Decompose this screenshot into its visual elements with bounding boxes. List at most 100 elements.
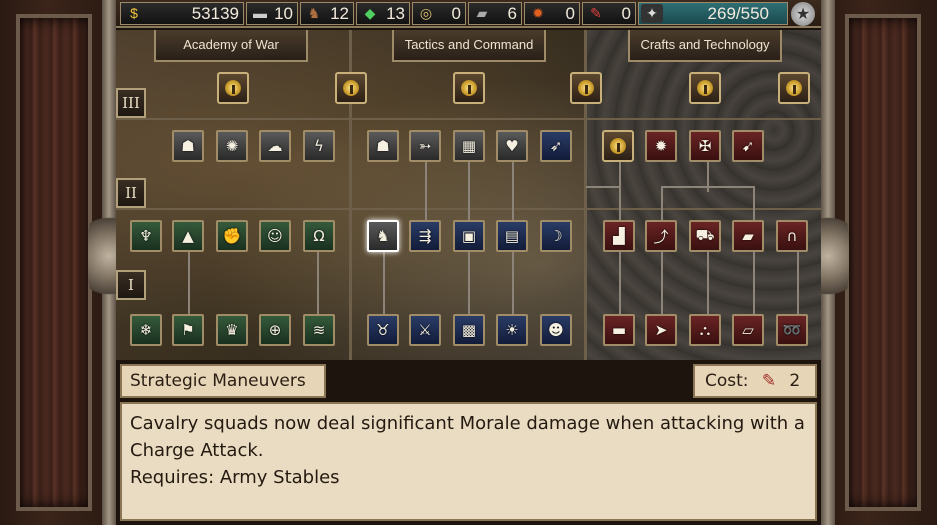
bear-icon[interactable]: ♉: [367, 314, 399, 346]
star-icon[interactable]: ★: [791, 2, 815, 26]
resource-gems: ◆ 13: [356, 2, 410, 25]
wave-icon[interactable]: ≋: [303, 314, 335, 346]
catapult-icon[interactable]: ⤴: [645, 220, 677, 252]
heart-icon[interactable]: ♥: [496, 130, 528, 162]
resource-value: 0: [451, 4, 461, 23]
lock-icon[interactable]: [689, 72, 721, 104]
lock-icon[interactable]: [602, 130, 634, 162]
connector: [707, 250, 709, 320]
resource-value: 6: [507, 4, 517, 23]
resource-bar: $ 53139 ▬ 10 ♞ 12 ◆ 13 ◎ 0 ▰ 6 ✹ 0 ✎ 0 ✦…: [116, 0, 821, 28]
connector: [468, 250, 470, 320]
ingot-icon[interactable]: ▱: [732, 314, 764, 346]
skill-cost: Cost: ✎ 2: [693, 364, 817, 398]
skill-info-panel: Strategic Maneuvers Cost: ✎ 2 Cavalry sq…: [116, 360, 821, 525]
bow-icon[interactable]: ☽: [540, 220, 572, 252]
connector: [512, 162, 514, 222]
lock-icon[interactable]: [778, 72, 810, 104]
left-wood-panel: [16, 14, 92, 511]
cost-value: 2: [789, 371, 801, 391]
connector: [468, 162, 470, 222]
resource-value: 12: [330, 4, 349, 23]
mortar-icon[interactable]: ⛬: [689, 314, 721, 346]
arrowhead-icon[interactable]: ➤: [645, 314, 677, 346]
connector: [619, 162, 621, 222]
rope-icon[interactable]: ➿: [776, 314, 808, 346]
soldier-icon[interactable]: ☻: [540, 314, 572, 346]
maiden-icon[interactable]: ☺: [259, 220, 291, 252]
crossbow-icon[interactable]: ✠: [689, 130, 721, 162]
map-icon[interactable]: ▦: [453, 130, 485, 162]
arrows-volley-icon[interactable]: ⇶: [409, 220, 441, 252]
description-text: Cavalry squads now deal significant Mora…: [130, 413, 805, 461]
connector: [383, 250, 385, 320]
cannon-piece-icon[interactable]: ▬: [603, 314, 635, 346]
resource-medals: ◎ 0: [412, 2, 466, 25]
banner-icon[interactable]: ⚑: [172, 314, 204, 346]
connector: [425, 162, 427, 222]
crossed-swords-icon[interactable]: ⚔: [409, 314, 441, 346]
connector: [753, 186, 755, 222]
smoke-icon[interactable]: ☁: [259, 130, 291, 162]
medal-icon: ◎: [419, 5, 433, 21]
tab-tactics-and-command[interactable]: Tactics and Command: [392, 30, 546, 62]
snowflake-icon[interactable]: ❄: [130, 314, 162, 346]
tier-divider: [116, 118, 821, 120]
cannon-icon: ▰: [476, 5, 488, 21]
crosshair-icon[interactable]: ⊕: [259, 314, 291, 346]
spear-charge-icon[interactable]: ➶: [540, 130, 572, 162]
connector: [512, 250, 514, 320]
tier-2-label: II: [116, 178, 146, 208]
strategic-maneuvers-icon[interactable]: ♞: [367, 220, 399, 252]
connector: [753, 250, 755, 320]
eagle-icon: ✦: [641, 4, 663, 23]
knight-helmet-icon[interactable]: ☗: [172, 130, 204, 162]
shield-map-icon[interactable]: ▩: [453, 314, 485, 346]
skill-tree: Academy of War Tactics and Command Craft…: [116, 30, 821, 365]
tier-3-label: III: [116, 88, 146, 118]
document-icon[interactable]: ▤: [496, 220, 528, 252]
resource-value: 0: [565, 4, 575, 23]
arrow-scroll-icon[interactable]: ➳: [409, 130, 441, 162]
lock-icon[interactable]: [453, 72, 485, 104]
right-frame: [807, 0, 937, 525]
tab-crafts-and-technology[interactable]: Crafts and Technology: [628, 30, 782, 62]
whirlwind-icon[interactable]: ✺: [216, 130, 248, 162]
siege-cart-icon[interactable]: ⛟: [689, 220, 721, 252]
blueprint-icon[interactable]: ▣: [453, 220, 485, 252]
ballista-icon[interactable]: ➹: [732, 130, 764, 162]
left-frame: [0, 0, 130, 525]
skill-description: Cavalry squads now deal significant Mora…: [120, 402, 817, 521]
explosion-icon[interactable]: ✹: [645, 130, 677, 162]
lock-icon[interactable]: [217, 72, 249, 104]
resource-value: 269/550: [707, 4, 769, 23]
resource-fire: ✹ 0: [524, 2, 580, 25]
resource-value: 10: [274, 4, 293, 23]
connector: [619, 250, 621, 320]
connector: [188, 250, 190, 320]
skill-title: Strategic Maneuvers: [120, 364, 326, 398]
resource-gold: $ 53139: [120, 2, 244, 25]
gate-icon[interactable]: ∩: [776, 220, 808, 252]
requirements-text: Requires: Army Stables: [130, 467, 340, 488]
crown-icon[interactable]: ♛: [216, 314, 248, 346]
tier-1-label: I: [116, 270, 146, 300]
resource-cannons: ▰ 6: [468, 2, 522, 25]
sun-medal-icon[interactable]: ☀: [496, 314, 528, 346]
anvil-icon[interactable]: ▟: [603, 220, 635, 252]
golden-ring-icon[interactable]: Ω: [303, 220, 335, 252]
horse-icon: ♞: [307, 5, 321, 21]
gems-icon: ◆: [364, 5, 376, 21]
tab-academy-of-war[interactable]: Academy of War: [154, 30, 308, 62]
forge-icon[interactable]: ▰: [732, 220, 764, 252]
armored-fist-icon[interactable]: ✊: [216, 220, 248, 252]
cost-label: Cost:: [705, 371, 749, 391]
connector: [661, 186, 753, 188]
right-wood-panel: [845, 14, 921, 511]
dragon-icon[interactable]: ♆: [130, 220, 162, 252]
lock-icon[interactable]: [570, 72, 602, 104]
gladiator-helmet-icon[interactable]: ☗: [367, 130, 399, 162]
lightning-icon[interactable]: ϟ: [303, 130, 335, 162]
lock-icon[interactable]: [335, 72, 367, 104]
wizard-hat-icon[interactable]: ▲: [172, 220, 204, 252]
